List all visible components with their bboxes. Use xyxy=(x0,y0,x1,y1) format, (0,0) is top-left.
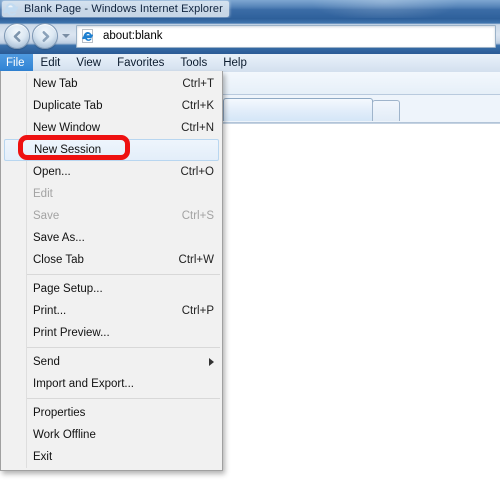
title-bar: Blank Page - Windows Internet Explorer xyxy=(0,0,500,18)
menu-option-print-shortcut: Ctrl+P xyxy=(181,305,214,317)
menu-bar: File Edit View Favorites Tools Help xyxy=(0,54,500,72)
menu-option-new-session-label: New Session xyxy=(34,144,102,156)
menu-option-save-label: Save xyxy=(33,210,60,222)
menu-option-send-label: Send xyxy=(33,356,60,368)
menu-option-page-setup[interactable]: Page Setup... xyxy=(1,278,222,300)
menu-option-new-session[interactable]: New Session xyxy=(4,139,219,161)
browser-tab[interactable] xyxy=(223,98,373,121)
menu-option-send[interactable]: Send xyxy=(1,351,222,373)
menu-option-open-label: Open... xyxy=(33,166,71,178)
menu-item-tools-label: Tools xyxy=(180,57,208,69)
menu-option-duplicate-tab-label: Duplicate Tab xyxy=(33,100,103,112)
menu-option-print-label: Print... xyxy=(33,305,67,317)
menu-option-new-window-label: New Window xyxy=(33,122,101,134)
address-favicon-internet-explorer-icon xyxy=(82,29,94,43)
menu-option-properties[interactable]: Properties xyxy=(1,402,222,424)
browser-window: Blank Page - Windows Internet Explorer a… xyxy=(0,0,500,500)
menu-option-properties-label: Properties xyxy=(33,407,86,419)
menu-option-duplicate-tab-shortcut: Ctrl+K xyxy=(181,100,214,112)
menu-option-new-tab-shortcut: Ctrl+T xyxy=(182,78,214,90)
menu-option-work-offline-label: Work Offline xyxy=(33,429,96,441)
menu-option-new-window-shortcut: Ctrl+N xyxy=(181,122,214,134)
menu-option-print-preview-label: Print Preview... xyxy=(33,327,110,339)
menu-item-favorites-label: Favorites xyxy=(117,57,165,69)
menu-item-edit[interactable]: Edit xyxy=(33,54,69,72)
menu-option-new-window[interactable]: New Window Ctrl+N xyxy=(1,117,222,139)
menu-option-close-tab[interactable]: Close Tab Ctrl+W xyxy=(1,249,222,271)
menu-item-help-label: Help xyxy=(223,57,247,69)
menu-option-print-preview[interactable]: Print Preview... xyxy=(1,322,222,344)
chevron-right-icon xyxy=(209,358,214,366)
menu-option-save-as[interactable]: Save As... xyxy=(1,227,222,249)
menu-item-view-label: View xyxy=(76,57,102,69)
menu-option-edit: Edit xyxy=(1,183,222,205)
address-input[interactable]: about:blank xyxy=(103,30,162,42)
menu-separator xyxy=(27,274,220,275)
menu-option-new-tab-label: New Tab xyxy=(33,78,78,90)
navigation-bar: about:blank xyxy=(0,18,500,54)
menu-item-favorites[interactable]: Favorites xyxy=(109,54,172,72)
menu-item-help[interactable]: Help xyxy=(215,54,255,72)
new-tab-button[interactable] xyxy=(372,100,400,121)
menu-option-work-offline[interactable]: Work Offline xyxy=(1,424,222,446)
menu-option-print[interactable]: Print... Ctrl+P xyxy=(1,300,222,322)
menu-option-open-shortcut: Ctrl+O xyxy=(180,166,214,178)
window-title-caption: Blank Page - Windows Internet Explorer xyxy=(2,1,229,17)
menu-option-edit-label: Edit xyxy=(33,188,53,200)
menu-item-view[interactable]: View xyxy=(68,54,109,72)
address-bar[interactable]: about:blank xyxy=(76,24,496,48)
menu-item-tools[interactable]: Tools xyxy=(172,54,215,72)
chevron-down-icon xyxy=(62,34,70,38)
menu-option-exit-label: Exit xyxy=(33,451,53,463)
menu-option-save-as-label: Save As... xyxy=(33,232,85,244)
menu-option-close-tab-label: Close Tab xyxy=(33,254,84,266)
file-dropdown-menu: New Tab Ctrl+T Duplicate Tab Ctrl+K New … xyxy=(0,71,223,471)
forward-button[interactable] xyxy=(32,23,58,49)
menu-option-save: Save Ctrl+S xyxy=(1,205,222,227)
menu-separator xyxy=(27,398,220,399)
menu-option-exit[interactable]: Exit xyxy=(1,446,222,468)
menu-separator xyxy=(27,347,220,348)
menu-option-duplicate-tab[interactable]: Duplicate Tab Ctrl+K xyxy=(1,95,222,117)
forward-arrow-icon xyxy=(42,30,49,42)
menu-option-page-setup-label: Page Setup... xyxy=(33,283,103,295)
menu-item-edit-label: Edit xyxy=(40,57,61,69)
menu-option-import-and-export[interactable]: Import and Export... xyxy=(1,373,222,395)
window-title: Blank Page - Windows Internet Explorer xyxy=(24,3,223,15)
menu-option-save-shortcut: Ctrl+S xyxy=(181,210,214,222)
recent-pages-button[interactable] xyxy=(59,24,73,48)
title-bar-glow xyxy=(310,0,460,18)
menu-item-file[interactable]: File xyxy=(0,54,33,72)
back-arrow-icon xyxy=(13,30,20,42)
menu-option-close-tab-shortcut: Ctrl+W xyxy=(178,254,214,266)
menu-option-new-tab[interactable]: New Tab Ctrl+T xyxy=(1,73,222,95)
menu-option-open[interactable]: Open... Ctrl+O xyxy=(1,161,222,183)
menu-option-import-and-export-label: Import and Export... xyxy=(33,378,134,390)
menu-item-file-label: File xyxy=(6,57,25,69)
back-button[interactable] xyxy=(4,23,30,49)
